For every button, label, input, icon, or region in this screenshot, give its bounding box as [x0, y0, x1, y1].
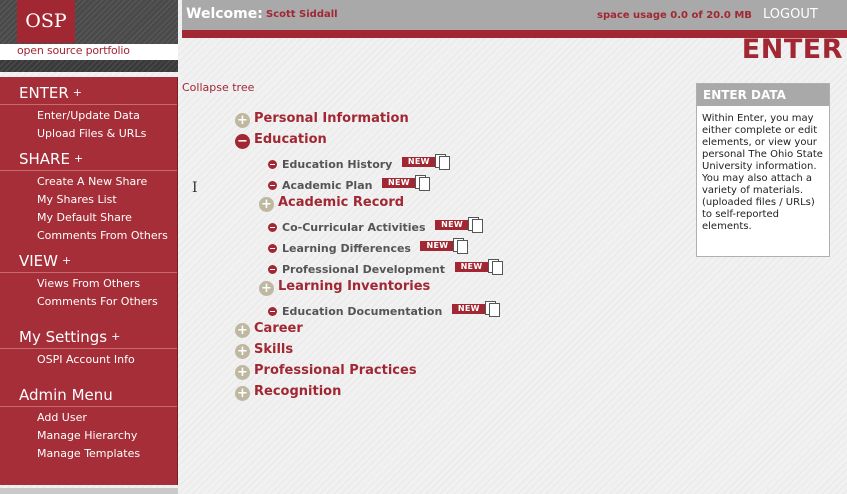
new-entry-button[interactable]: NEW — [454, 259, 503, 275]
plus-circle-icon[interactable]: + — [235, 365, 250, 380]
divider — [0, 170, 177, 171]
help-box-text: Within Enter, you may either complete or… — [702, 113, 823, 232]
sidebar-section-view[interactable]: VIEW + — [19, 252, 71, 270]
tree-item-academic-plan[interactable]: Academic Plan NEW — [268, 175, 430, 192]
plus-icon: + — [62, 254, 72, 267]
bullet-icon — [268, 181, 277, 190]
sidebar-section-enter[interactable]: ENTER + — [19, 84, 82, 102]
divider — [0, 348, 177, 349]
tree-item-education-history[interactable]: Education History NEW — [268, 154, 450, 171]
sidebar-section-my-settings[interactable]: My Settings + — [19, 328, 120, 346]
divider — [0, 272, 177, 273]
new-entry-button[interactable]: NEW — [381, 175, 430, 191]
sidebar-item-my-shares[interactable]: My Shares List — [37, 193, 117, 206]
sidebar-item-upload-files[interactable]: Upload Files & URLs — [37, 127, 146, 140]
sidebar-item-enter-update-data[interactable]: Enter/Update Data — [37, 109, 140, 122]
collapse-tree-link[interactable]: Collapse tree — [182, 81, 254, 94]
plus-icon: + — [111, 330, 121, 343]
sidebar-item-default-share[interactable]: My Default Share — [37, 211, 132, 224]
tree-category-skills[interactable]: + Skills — [235, 342, 293, 359]
sidebar-item-comments-for-others[interactable]: Comments For Others — [37, 295, 158, 308]
ibeam-cursor-icon: I — [192, 180, 198, 196]
plus-circle-icon[interactable]: + — [235, 323, 250, 338]
tree-item-education-documentation[interactable]: Education Documentation NEW — [268, 301, 500, 318]
bullet-icon — [268, 223, 277, 232]
tree-category-personal-information[interactable]: + Personal Information — [235, 111, 409, 128]
sidebar-item-account-info[interactable]: OSPI Account Info — [37, 353, 135, 366]
sidebar-item-views-from-others[interactable]: Views From Others — [37, 277, 140, 290]
minus-circle-icon[interactable]: − — [235, 134, 250, 149]
new-entry-button[interactable]: NEW — [451, 301, 500, 317]
logo-badge: OSP — [17, 0, 75, 43]
plus-circle-icon[interactable]: + — [235, 113, 250, 128]
plus-icon: + — [73, 152, 84, 165]
user-name: Scott Siddall — [266, 9, 338, 20]
tree-item-co-curricular-activities[interactable]: Co-Curricular Activities NEW — [268, 217, 484, 234]
space-usage: space usage 0.0 of 20.0 MB — [597, 10, 752, 21]
divider — [0, 406, 177, 407]
sidebar-item-manage-templates[interactable]: Manage Templates — [37, 447, 140, 460]
logo-stripe — [0, 60, 178, 72]
plus-icon: + — [72, 86, 82, 99]
sidebar: ENTER + Enter/Update Data Upload Files & … — [0, 77, 178, 485]
plus-circle-icon[interactable]: + — [259, 281, 274, 296]
page-title: ENTER — [741, 34, 843, 65]
new-entry-button[interactable]: NEW — [435, 217, 484, 233]
sidebar-section-share[interactable]: SHARE + — [19, 150, 83, 168]
sidebar-section-admin-menu[interactable]: Admin Menu — [19, 386, 113, 404]
bullet-icon — [268, 244, 277, 253]
enter-data-help-box: ENTER DATA Within Enter, you may either … — [696, 83, 830, 257]
tree-item-professional-development[interactable]: Professional Development NEW — [268, 259, 503, 276]
tree-category-recognition[interactable]: + Recognition — [235, 384, 341, 401]
plus-circle-icon[interactable]: + — [235, 344, 250, 359]
sidebar-item-create-share[interactable]: Create A New Share — [37, 175, 147, 188]
tree-item-learning-differences[interactable]: Learning Differences NEW — [268, 238, 469, 255]
welcome-label: Welcome: — [186, 6, 263, 22]
logout-link[interactable]: LOGOUT — [763, 7, 818, 22]
logo-tagline: open source portfolio — [17, 44, 130, 57]
top-bar: Welcome: Scott Siddall space usage 0.0 o… — [182, 0, 847, 30]
sidebar-item-add-user[interactable]: Add User — [37, 411, 87, 424]
bullet-icon — [268, 307, 277, 316]
tree-category-career[interactable]: + Career — [235, 321, 303, 338]
sidebar-item-manage-hierarchy[interactable]: Manage Hierarchy — [37, 429, 137, 442]
bullet-icon — [268, 160, 277, 169]
osp-logo: OSP open source portfolio — [0, 0, 178, 72]
new-entry-button[interactable]: NEW — [401, 154, 450, 170]
tree-category-learning-inventories[interactable]: + Learning Inventories — [259, 279, 430, 296]
tree-category-education[interactable]: − Education — [235, 132, 327, 149]
tree-category-professional-practices[interactable]: + Professional Practices — [235, 363, 417, 380]
tree-category-academic-record[interactable]: + Academic Record — [259, 195, 404, 212]
plus-circle-icon[interactable]: + — [259, 197, 274, 212]
bullet-icon — [268, 265, 277, 274]
new-entry-button[interactable]: NEW — [420, 238, 469, 254]
divider — [0, 104, 177, 105]
sidebar-item-comments-from-others[interactable]: Comments From Others — [37, 229, 168, 242]
sidebar-footer — [0, 488, 178, 494]
plus-circle-icon[interactable]: + — [235, 386, 250, 401]
help-box-title: ENTER DATA — [697, 84, 829, 106]
